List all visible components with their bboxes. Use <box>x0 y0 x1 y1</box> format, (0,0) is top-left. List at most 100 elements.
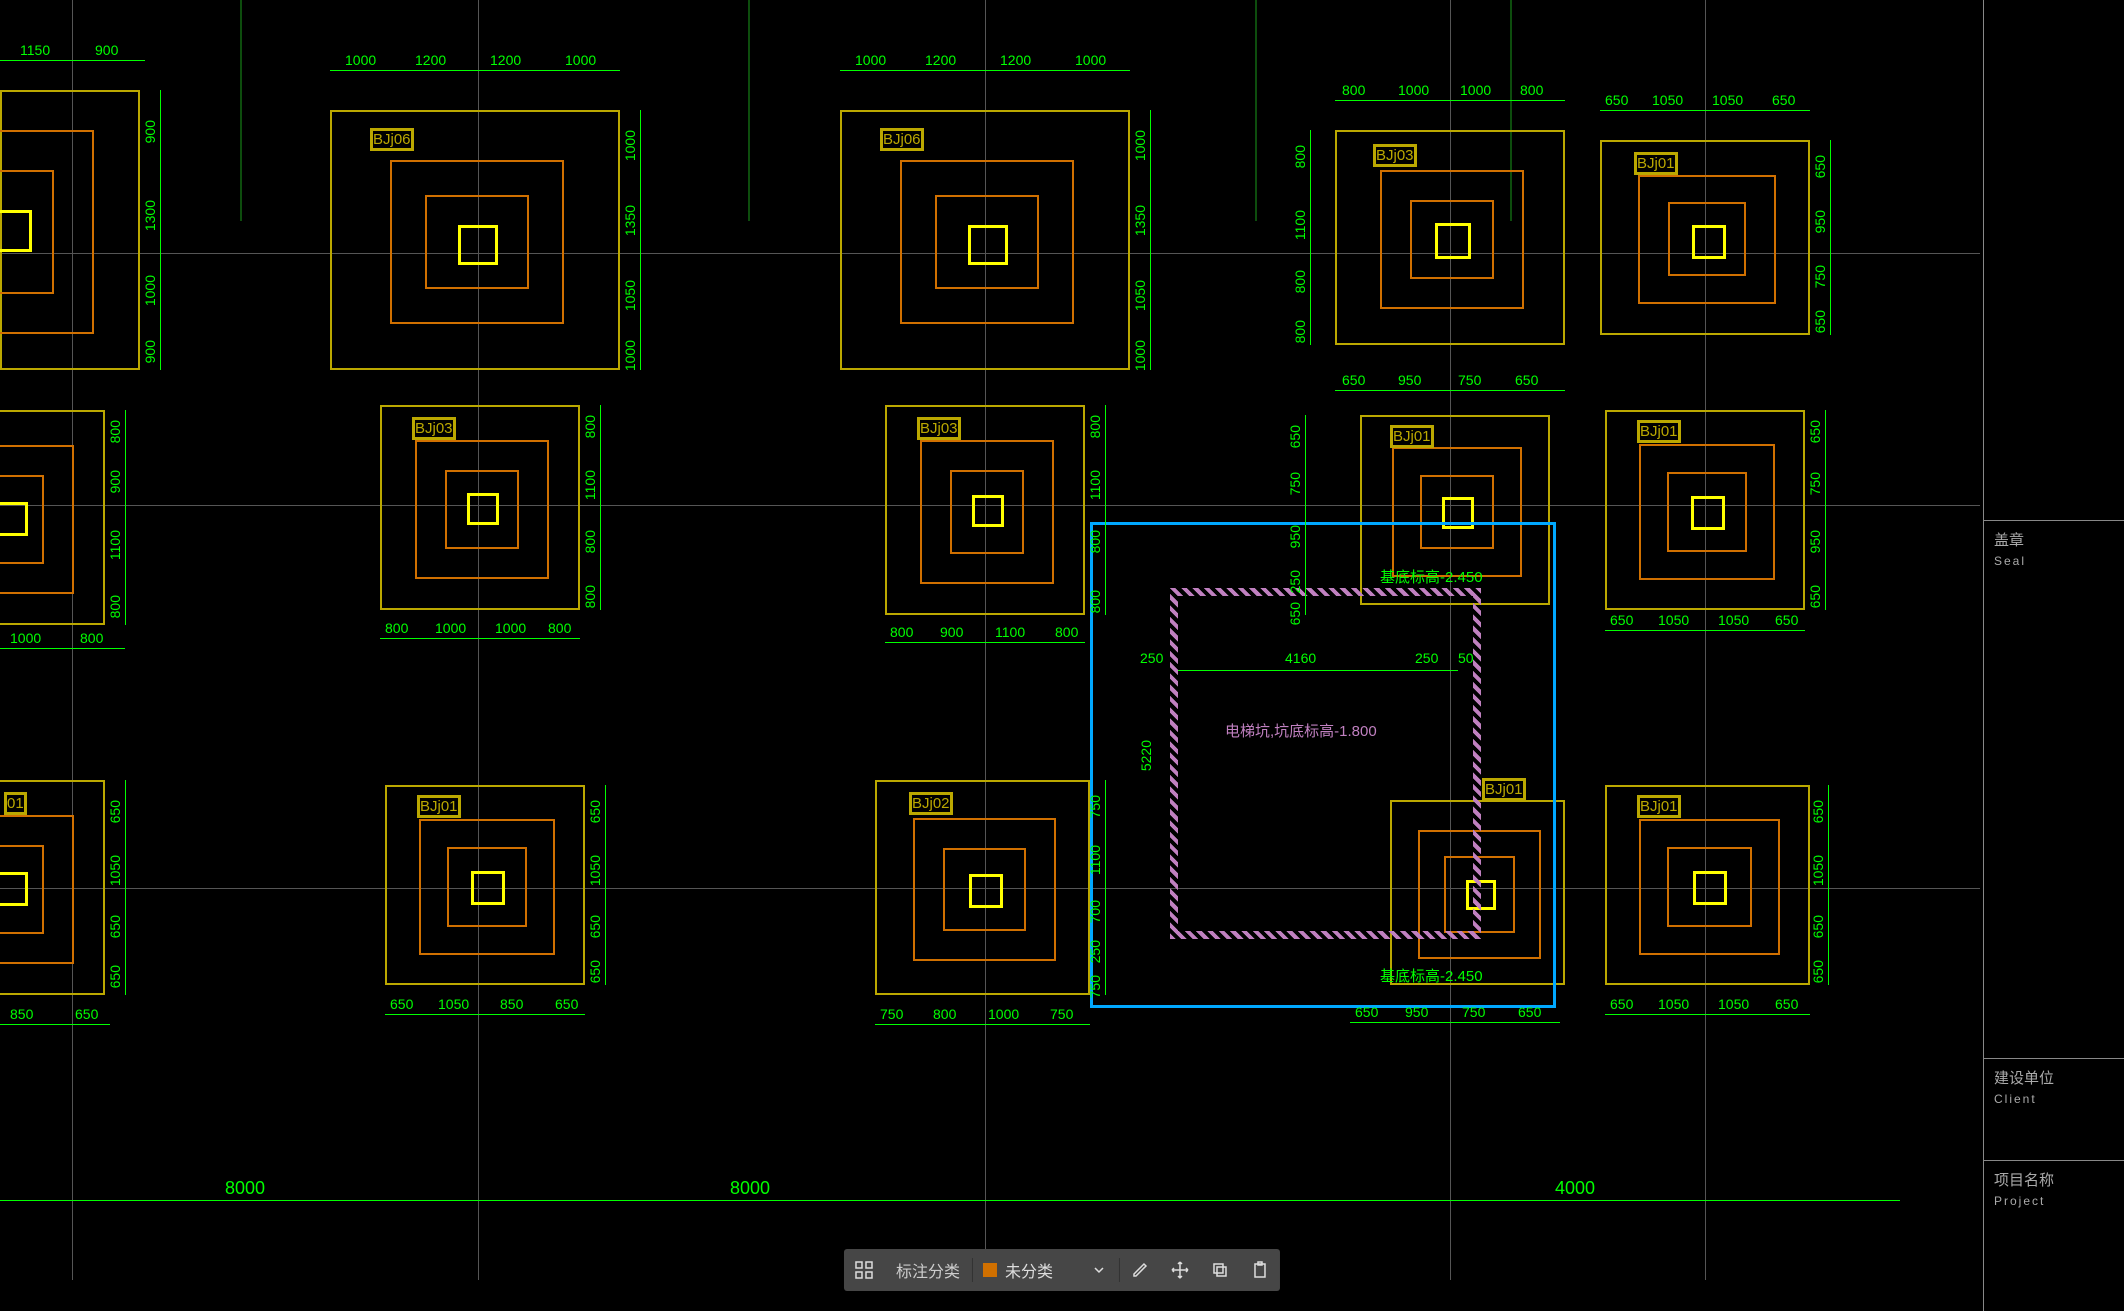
footing-bjj01: BJj01 <box>1605 785 1810 985</box>
dim-text: 1000 <box>1460 82 1491 98</box>
copy-icon <box>1211 1261 1229 1279</box>
paste-icon <box>1251 1261 1269 1279</box>
dim-text: 1100 <box>582 470 598 500</box>
project-label-cn: 项目名称 <box>1994 1169 2114 1190</box>
dim-text: 650 <box>1812 310 1828 333</box>
dim-text: 950 <box>1398 372 1421 388</box>
dim-text: 650 <box>1807 585 1823 608</box>
dim-text: 750 <box>1807 472 1823 495</box>
dim-text: 800 <box>1520 82 1543 98</box>
dim-text: 650 <box>1810 960 1826 983</box>
footing-tag: BJj03 <box>917 417 961 440</box>
dim-text: 1000 <box>495 620 526 636</box>
dim-line <box>1105 780 1106 995</box>
footing-bjj03: BJj03 <box>380 405 580 610</box>
dim-line <box>885 642 1085 643</box>
dim-text: 800 <box>890 624 913 640</box>
dim-text: 750 <box>1287 472 1303 495</box>
toolbar-paste-button[interactable] <box>1240 1249 1280 1291</box>
dim-line <box>1335 390 1565 391</box>
dim-text: 1300 <box>142 200 158 231</box>
dim-text: 1000 <box>345 52 376 68</box>
toolbar-copy-button[interactable] <box>1200 1249 1240 1291</box>
dim-text: 1100 <box>1087 470 1103 500</box>
dim-text: 650 <box>587 800 603 823</box>
footing-tag: 01 <box>4 792 27 815</box>
seal-label-en: Seal <box>1994 554 2114 568</box>
dim-text: 650 <box>1807 420 1823 443</box>
dim-text: 650 <box>107 965 123 988</box>
dim-text: 650 <box>587 960 603 983</box>
dim-text: 1050 <box>107 855 123 886</box>
dim-line <box>1150 110 1151 370</box>
dim-text: 650 <box>1518 1004 1541 1020</box>
dim-text: 8000 <box>225 1178 265 1199</box>
dim-text: 750 <box>1462 1004 1485 1020</box>
dim-line <box>1605 1014 1810 1015</box>
dim-line <box>125 780 126 995</box>
footing-bjj03: BJj03 <box>1335 130 1565 345</box>
dim-text: 650 <box>1812 155 1828 178</box>
toolbar-grid-button[interactable] <box>844 1249 884 1291</box>
dim-line <box>1335 100 1565 101</box>
footing-tag: BJj02 <box>909 792 953 815</box>
dim-text: 700 <box>1087 900 1103 923</box>
chevron-down-icon <box>1093 1264 1105 1276</box>
dim-text: 1200 <box>1000 52 1031 68</box>
dim-line <box>600 405 601 610</box>
dim-line <box>385 1014 585 1015</box>
dim-line <box>840 70 1130 71</box>
dim-line <box>1830 140 1831 335</box>
dim-line <box>1825 410 1826 610</box>
grid-icon <box>855 1261 873 1279</box>
dim-text: 650 <box>1810 800 1826 823</box>
footing-bjj01: BJj01 <box>385 785 585 985</box>
dim-text: 1000 <box>1398 82 1429 98</box>
client-label-en: Client <box>1994 1092 2114 1106</box>
dim-text: 750 <box>1087 795 1103 818</box>
toolbar-move-button[interactable] <box>1160 1249 1200 1291</box>
dim-text: 250 <box>1287 570 1303 593</box>
dim-text: 650 <box>1605 92 1628 108</box>
dim-line <box>0 60 145 61</box>
dim-text: 650 <box>75 1006 98 1022</box>
dim-text: 650 <box>1287 602 1303 625</box>
footing-tag: BJj01 <box>1637 795 1681 818</box>
dim-text: 650 <box>1287 425 1303 448</box>
dim-text: 650 <box>1342 372 1365 388</box>
dim-line <box>1350 1022 1560 1023</box>
edit-icon <box>1131 1261 1149 1279</box>
dim-text: 800 <box>1087 415 1103 438</box>
footing-bjj01: BJj01 <box>1600 140 1810 335</box>
dim-line <box>330 70 620 71</box>
dim-text: 800 <box>1342 82 1365 98</box>
dim-text: 850 <box>500 996 523 1012</box>
drawing-canvas[interactable]: BJj06 BJj06 BJj03 BJj01 BJj03 <box>0 0 2124 1311</box>
toolbar-edit-button[interactable] <box>1120 1249 1160 1291</box>
dim-text: 800 <box>1087 530 1103 553</box>
dim-text: 950 <box>1812 210 1828 233</box>
footing-tag: BJj01 <box>417 795 461 818</box>
dim-text: 650 <box>1610 612 1633 628</box>
dim-text: 750 <box>1458 372 1481 388</box>
dim-text: 650 <box>1775 996 1798 1012</box>
dim-text: 1000 <box>1075 52 1106 68</box>
dim-line <box>605 785 606 985</box>
dim-text: 800 <box>582 585 598 608</box>
dim-text: 800 <box>582 530 598 553</box>
footing-tag: BJj06 <box>370 128 414 151</box>
dim-text: 1050 <box>1810 855 1826 886</box>
footing <box>0 90 140 370</box>
selection-box <box>1090 522 1556 1008</box>
dim-text: 1000 <box>622 130 638 161</box>
dim-text: 800 <box>582 415 598 438</box>
dim-line <box>0 1024 110 1025</box>
footing-tag: BJj01 <box>1637 420 1681 443</box>
footing-tag: BJj06 <box>880 128 924 151</box>
footing-bjj06: BJj06 <box>840 110 1130 370</box>
toolbar-category-dropdown[interactable]: 未分类 <box>972 1258 1120 1282</box>
dim-text: 800 <box>80 630 103 646</box>
dim-text: 650 <box>1610 996 1633 1012</box>
dim-text: 900 <box>940 624 963 640</box>
dim-line <box>1605 630 1805 631</box>
